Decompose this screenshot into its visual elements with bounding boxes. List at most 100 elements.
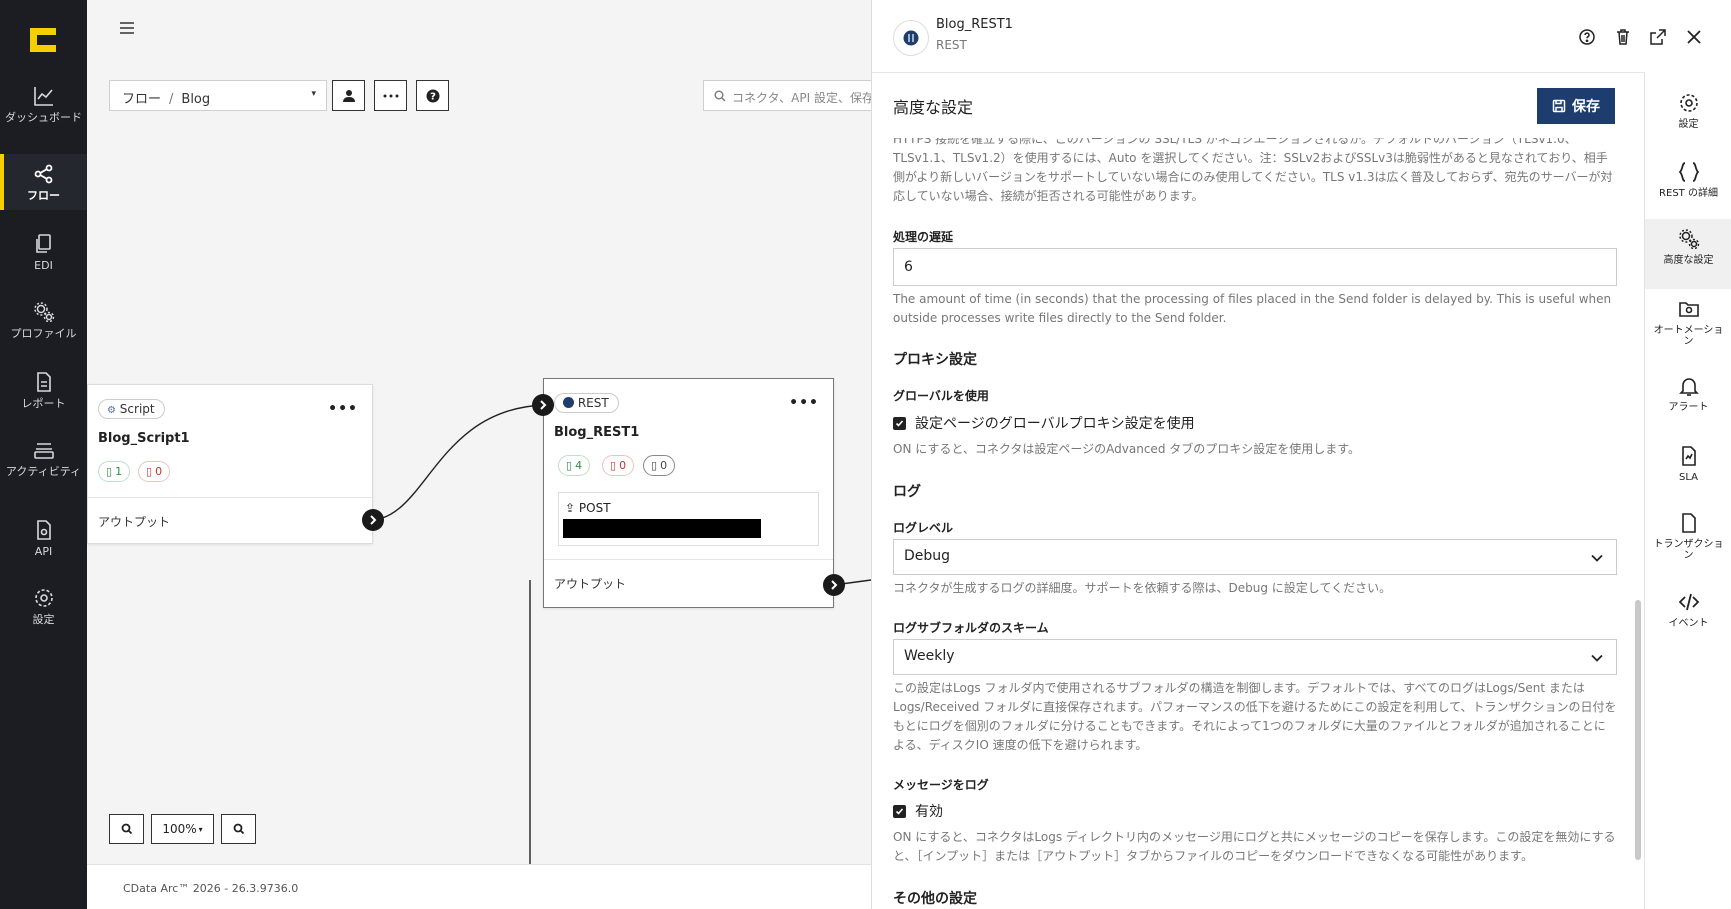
settings-panel: Blog_REST1 REST 高度な設定 保存 HTTPS 接続を確立する際に… (871, 0, 1645, 909)
global-proxy-checkbox[interactable]: 設定ページのグローバルプロキシ設定を使用 (893, 413, 1195, 433)
trash-icon[interactable] (1612, 26, 1634, 48)
open-external-icon[interactable] (1647, 26, 1669, 48)
report-doc-icon (36, 372, 51, 392)
nav-item-dashboard[interactable]: ダッシュボード (0, 76, 87, 142)
zoom-in-button[interactable] (109, 814, 144, 844)
file-pending-icon: ▯ (651, 459, 658, 472)
output-label: アウトプット (554, 577, 627, 591)
nav-label: API (34, 545, 53, 558)
close-icon[interactable] (1683, 26, 1705, 48)
method-box[interactable]: ⇪ POST (558, 492, 819, 546)
api-doc-icon (36, 520, 51, 540)
chevron-right-icon (831, 580, 838, 590)
nav-label: レポート (21, 397, 66, 410)
success-count-chip[interactable]: ▯ 1 (98, 461, 131, 482)
stack-icon (33, 443, 54, 459)
processing-delay-input[interactable]: 6 (893, 248, 1617, 286)
connector-name: Blog_REST1 (936, 17, 1013, 32)
rail-item-sla[interactable]: SLA (1645, 436, 1731, 502)
rail-item-settings[interactable]: 設定 (1645, 83, 1731, 149)
nav-item-api[interactable]: API (0, 510, 87, 576)
nav-item-reports[interactable]: レポート (0, 362, 87, 428)
script-node[interactable]: ⚙ Script ••• Blog_Script1 ▯ 1 ▯ 0 アウトプット (87, 384, 373, 544)
node-more-icon[interactable]: ••• (328, 401, 358, 417)
file-success-icon: ▯ (106, 465, 113, 478)
connector-type: REST (936, 38, 967, 52)
node-name: Blog_REST1 (554, 425, 640, 440)
folder-gear-icon (1678, 302, 1699, 317)
rail-item-advanced[interactable]: 高度な設定 (1645, 219, 1731, 289)
flow-canvas[interactable]: フロー / Blog ▾ ? コネクタ、API 設定、保存 ⚙ Script •••… (87, 0, 871, 909)
file-error-icon: ▯ (610, 459, 617, 472)
rail-item-transactions[interactable]: トランザクション (1645, 503, 1731, 575)
chevron-right-icon (370, 515, 377, 525)
zoom-level-select[interactable]: 100% ▾ (151, 814, 214, 844)
footer: CData Arc™ 2026 - 26.3.9736.0 (87, 864, 871, 909)
gears-icon (1678, 229, 1699, 250)
file-error-icon: ▯ (146, 465, 153, 478)
upload-icon: ⇪ (565, 501, 576, 515)
redacted-url (563, 519, 761, 538)
rest-node[interactable]: REST ••• Blog_REST1 ▯ 4 ▯ 0 ▯ 0 ⇪ POST アウトプ… (543, 378, 834, 608)
nav-label: EDI (34, 259, 53, 272)
nav-item-flows[interactable]: フロー (0, 154, 87, 210)
settings-scroll-area[interactable]: HTTPS 接続を確立する際に、このバージョンの SSL/TLS がネゴシエーシ… (872, 138, 1645, 909)
error-count-chip[interactable]: ▯ 0 (138, 461, 171, 482)
checkbox-checked-icon[interactable] (893, 804, 906, 818)
section-title: 高度な設定 (893, 98, 974, 117)
panel-header: Blog_REST1 REST (872, 0, 1645, 73)
connector-icon (893, 20, 929, 56)
zoom-out-button[interactable] (221, 814, 256, 844)
success-count-chip[interactable]: ▯ 4 (558, 455, 591, 476)
output-port[interactable] (362, 509, 384, 531)
save-button[interactable]: 保存 (1537, 88, 1615, 124)
processing-delay-label: 処理の遅延 (893, 230, 954, 244)
rail-item-rest-details[interactable]: REST の詳細 (1645, 152, 1731, 218)
caret-down-icon: ▾ (198, 824, 203, 834)
rest-icon (563, 397, 574, 408)
pending-count-chip[interactable]: ▯ 0 (643, 455, 676, 476)
input-port[interactable] (532, 394, 554, 416)
chevron-right-icon (540, 400, 547, 410)
global-proxy-description: ON にすると、コネクタは設定ページのAdvanced タブのプロキシ設定を使用… (893, 442, 1361, 456)
checkbox-checked-icon[interactable] (893, 416, 906, 430)
log-level-select[interactable]: Debug (893, 539, 1617, 575)
left-nav: ダッシュボード フロー EDI プロファイル レポート アクティビティ API … (0, 0, 87, 909)
global-proxy-label: グローバルを使用 (893, 389, 989, 403)
error-count-chip[interactable]: ▯ 0 (602, 455, 635, 476)
nav-label: フロー (27, 189, 60, 202)
rail-item-alerts[interactable]: アラート (1645, 366, 1731, 432)
gear-icon (1679, 94, 1698, 112)
log-scheme-select[interactable]: Weekly (893, 639, 1617, 675)
right-rail: 設定 REST の詳細 高度な設定 オートメーション アラート SLA トランザ… (1644, 73, 1731, 909)
script-icon: ⚙ (107, 405, 116, 416)
node-more-icon[interactable]: ••• (789, 395, 819, 411)
log-messages-label: メッセージをログ (893, 778, 989, 792)
node-type-badge: REST (554, 393, 619, 413)
sla-doc-icon (1681, 446, 1696, 466)
node-type-badge: ⚙ Script (98, 399, 165, 419)
method-label: ⇪ POST (565, 501, 611, 515)
logo-icon[interactable] (28, 26, 58, 54)
tls-description: HTTPS 接続を確立する際に、このバージョンの SSL/TLS がネゴシエーシ… (893, 138, 1613, 202)
rail-item-automation[interactable]: オートメーション (1645, 289, 1731, 355)
nav-item-settings[interactable]: 設定 (0, 578, 87, 644)
nav-item-activity[interactable]: アクティビティ (0, 430, 87, 496)
file-success-icon: ▯ (566, 459, 573, 472)
nav-item-profile[interactable]: プロファイル (0, 292, 87, 358)
output-port[interactable] (823, 574, 845, 596)
log-level-label: ログレベル (893, 521, 954, 535)
proxy-heading: プロキシ設定 (893, 352, 977, 368)
help-icon[interactable] (1576, 26, 1598, 48)
log-heading: ログ (893, 484, 921, 500)
log-level-description: コネクタが生成するログの詳細度。サポートを依頼する際は、Debug に設定してく… (893, 581, 1392, 595)
rail-item-events[interactable]: イベント (1645, 582, 1731, 648)
nav-label: 設定 (32, 613, 55, 626)
rest-icon (903, 30, 919, 46)
braces-icon (1678, 162, 1699, 182)
scrollbar[interactable] (1635, 600, 1641, 860)
version-text: CData Arc™ 2026 - 26.3.9736.0 (123, 882, 299, 895)
nav-item-edi[interactable]: EDI (0, 224, 87, 290)
log-messages-checkbox[interactable]: 有効 (893, 801, 943, 821)
chevron-down-icon (1591, 554, 1603, 562)
